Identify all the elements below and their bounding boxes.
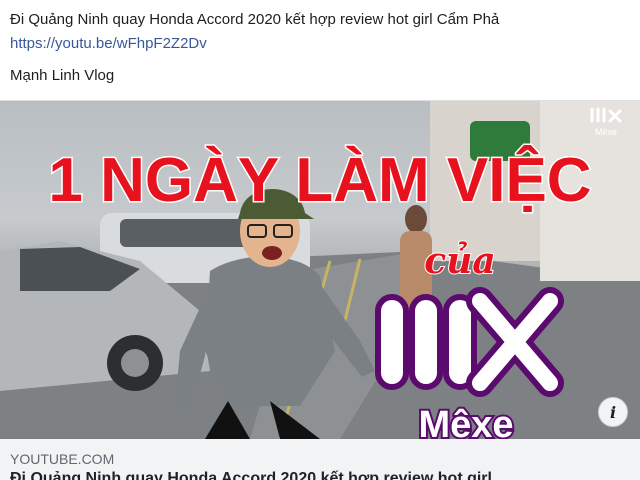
thumbnail-headline: 1 NGÀY LÀM VIỆC bbox=[48, 146, 591, 215]
video-thumbnail[interactable]: 1 NGÀY LÀM VIỆC của Mêxe Mêxe i bbox=[0, 101, 640, 439]
mexe-caption: Mêxe bbox=[418, 404, 513, 439]
post-title: Đi Quảng Ninh quay Honda Accord 2020 kết… bbox=[10, 11, 500, 28]
thumbnail-scene: 1 NGÀY LÀM VIỆC của Mêxe Mêxe bbox=[0, 101, 640, 439]
link-title[interactable]: Đi Quảng Ninh quay Honda Accord 2020 kết… bbox=[10, 469, 630, 480]
post-link[interactable]: https://youtu.be/wFhpF2Z2Dv bbox=[10, 32, 630, 56]
post-author: Mạnh Linh Vlog bbox=[10, 67, 115, 84]
link-preview[interactable]: 1 NGÀY LÀM VIỆC của Mêxe Mêxe i YOUTUBE.… bbox=[0, 100, 640, 480]
corner-caption: Mêxe bbox=[595, 127, 617, 137]
link-domain: YOUTUBE.COM bbox=[10, 451, 115, 467]
info-icon[interactable]: i bbox=[598, 397, 628, 427]
mexe-logo bbox=[375, 287, 564, 397]
thumbnail-sub: của bbox=[424, 240, 495, 282]
link-meta[interactable]: YOUTUBE.COM Đi Quảng Ninh quay Honda Acc… bbox=[0, 439, 640, 480]
post-text: Đi Quảng Ninh quay Honda Accord 2020 kết… bbox=[10, 8, 630, 88]
